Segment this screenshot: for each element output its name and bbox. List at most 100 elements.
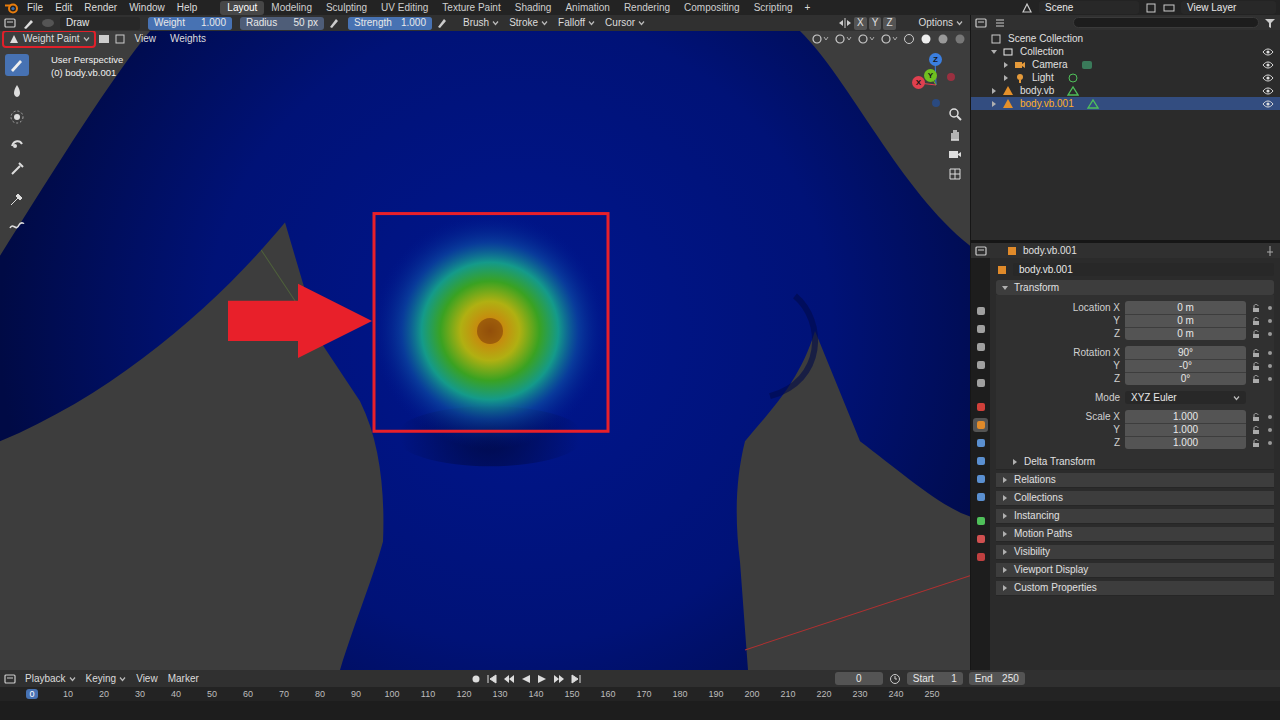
brush-setting-field[interactable]: Weight1.000	[148, 17, 232, 30]
properties-tab[interactable]	[973, 340, 988, 354]
outliner-label[interactable]: Scene Collection	[1008, 33, 1083, 45]
expand-arrow[interactable]	[1003, 495, 1007, 501]
property-field[interactable]: 0 m	[1125, 301, 1246, 314]
visibility-toggle[interactable]	[1262, 98, 1274, 110]
workspace-tab[interactable]: Modeling	[264, 1, 319, 15]
animate-dot[interactable]	[1268, 332, 1272, 336]
expand-arrow[interactable]	[991, 50, 997, 54]
workspace-tab[interactable]: Rendering	[617, 1, 677, 15]
properties-tab[interactable]	[973, 322, 988, 336]
collapsed-panel[interactable]: Instancing	[996, 509, 1274, 524]
outliner-row[interactable]: Scene Collection	[971, 32, 1280, 45]
viewport-menu[interactable]: View	[130, 33, 162, 45]
outliner-label[interactable]: Light	[1032, 72, 1054, 84]
navigation-gizmo[interactable]: ZYX	[904, 51, 964, 111]
expand-arrow[interactable]	[1004, 75, 1008, 81]
brush-setting-field[interactable]: Strength1.000	[348, 17, 432, 30]
view-layer-field[interactable]: View Layer	[1181, 1, 1276, 14]
property-field[interactable]: 0 m	[1125, 327, 1246, 340]
visibility-toggle[interactable]	[1262, 85, 1274, 97]
property-field[interactable]: 0°	[1125, 372, 1246, 385]
outliner-row[interactable]: body.vb.001	[971, 97, 1280, 110]
workspace-tab[interactable]: Layout	[220, 1, 264, 15]
frame-ruler[interactable]: 0102030405060708090100110120130140150160…	[0, 687, 1280, 701]
collapsed-panel[interactable]: Delta Transform	[996, 455, 1274, 470]
mirror-axis-toggle[interactable]: X	[854, 17, 867, 30]
property-dropdown[interactable]: XYZ Euler	[1125, 391, 1246, 404]
lock-toggle[interactable]	[1251, 347, 1261, 359]
viewport-menu[interactable]: Weights	[165, 33, 211, 45]
timeline-menu[interactable]: Marker	[165, 673, 202, 685]
brush-menu[interactable]: Stroke	[506, 17, 551, 29]
start-frame-field[interactable]: Start1	[907, 672, 963, 685]
lock-toggle[interactable]	[1251, 328, 1261, 340]
animate-dot[interactable]	[1268, 351, 1272, 355]
tool-button[interactable]	[5, 54, 29, 76]
timeline-menu[interactable]: Keying	[83, 673, 130, 685]
workspace-tab[interactable]: Sculpting	[319, 1, 374, 15]
end-frame-field[interactable]: End250	[969, 672, 1025, 685]
expand-arrow[interactable]	[992, 101, 996, 107]
mirror-axis-toggle[interactable]: Y	[869, 17, 882, 30]
animate-dot[interactable]	[1268, 428, 1272, 432]
gizmo-axis[interactable]: X	[912, 76, 925, 89]
scene-field[interactable]: Scene	[1039, 1, 1139, 14]
properties-tab[interactable]	[973, 490, 988, 504]
properties-tab[interactable]	[973, 304, 988, 318]
lock-toggle[interactable]	[1251, 302, 1261, 314]
outliner-search[interactable]	[1073, 17, 1259, 28]
expand-arrow[interactable]	[1003, 477, 1007, 483]
animate-dot[interactable]	[1268, 319, 1272, 323]
mode-dropdown[interactable]: Weight Paint	[4, 32, 94, 46]
menu-item[interactable]: File	[22, 2, 48, 14]
properties-tab[interactable]	[973, 454, 988, 468]
properties-tab[interactable]	[973, 376, 988, 390]
property-field[interactable]: 90°	[1125, 346, 1246, 359]
property-field[interactable]: -0°	[1125, 359, 1246, 372]
outliner-label[interactable]: body.vb	[1020, 85, 1054, 97]
properties-tab[interactable]	[973, 436, 988, 450]
expand-arrow[interactable]	[1013, 459, 1017, 465]
lock-toggle[interactable]	[1251, 360, 1261, 372]
brush-menu[interactable]: Cursor	[602, 17, 648, 29]
workspace-tab[interactable]: UV Editing	[374, 1, 435, 15]
outliner-row[interactable]: Camera	[971, 58, 1280, 71]
outliner-label[interactable]: Camera	[1032, 59, 1068, 71]
collapsed-panel[interactable]: Relations	[996, 473, 1274, 488]
tool-button[interactable]	[5, 106, 29, 128]
property-field[interactable]: 1.000	[1125, 423, 1246, 436]
animate-dot[interactable]	[1268, 415, 1272, 419]
expand-arrow[interactable]	[1004, 62, 1008, 68]
workspace-tab[interactable]: Animation	[558, 1, 616, 15]
expand-arrow[interactable]	[1003, 531, 1007, 537]
property-field[interactable]: 1.000	[1125, 410, 1246, 423]
workspace-tab[interactable]: Compositing	[677, 1, 747, 15]
animate-dot[interactable]	[1268, 377, 1272, 381]
outliner-row[interactable]: Light	[971, 71, 1280, 84]
menu-item[interactable]: Render	[79, 2, 122, 14]
brush-menu[interactable]: Falloff	[555, 17, 598, 29]
outliner-label[interactable]: body.vb.001	[1020, 98, 1074, 110]
tool-button[interactable]	[5, 132, 29, 154]
current-frame-field[interactable]: 0	[835, 672, 883, 685]
menu-item[interactable]: Help	[172, 2, 203, 14]
expand-arrow[interactable]	[1003, 549, 1007, 555]
visibility-toggle[interactable]	[1262, 72, 1274, 84]
property-field[interactable]: 1.000	[1125, 436, 1246, 449]
gizmo-axis[interactable]: Z	[929, 53, 942, 66]
brush-name-field[interactable]: Draw	[60, 17, 140, 30]
collapsed-panel[interactable]: Viewport Display	[996, 563, 1274, 578]
outliner-row[interactable]: body.vb	[971, 84, 1280, 97]
tool-button[interactable]	[5, 80, 29, 102]
timeline-menu[interactable]: Playback	[22, 673, 79, 685]
lock-toggle[interactable]	[1251, 373, 1261, 385]
expand-arrow[interactable]	[1003, 585, 1007, 591]
lock-toggle[interactable]	[1251, 315, 1261, 327]
collapsed-panel[interactable]: Visibility	[996, 545, 1274, 560]
lock-toggle[interactable]	[1251, 411, 1261, 423]
lock-toggle[interactable]	[1251, 424, 1261, 436]
animate-dot[interactable]	[1268, 364, 1272, 368]
animate-dot[interactable]	[1268, 441, 1272, 445]
add-workspace-button[interactable]: +	[800, 2, 816, 14]
animate-dot[interactable]	[1268, 306, 1272, 310]
